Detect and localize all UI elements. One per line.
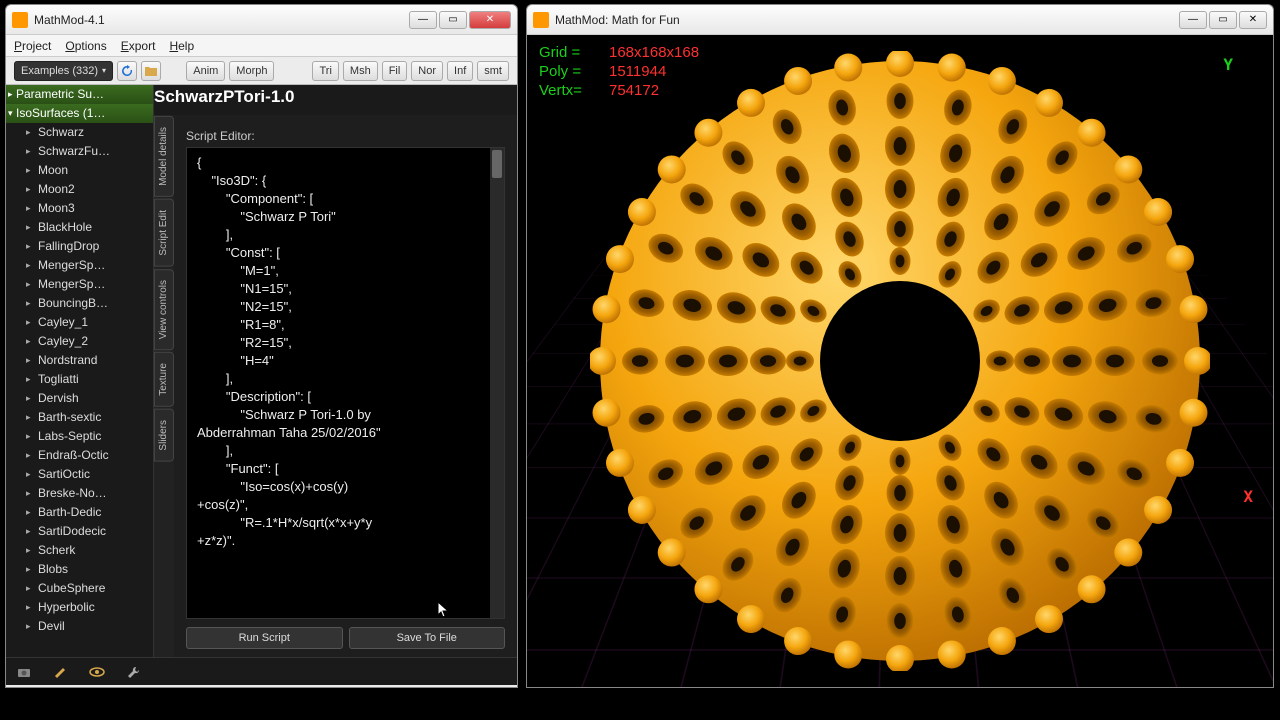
titlebar-left[interactable]: MathMod-4.1 ― ▭ ✕	[6, 5, 517, 35]
morph-button[interactable]: Morph	[229, 61, 274, 81]
viewer-title: MathMod: Math for Fun	[555, 13, 1179, 27]
window-title: MathMod-4.1	[34, 13, 409, 27]
tree-item[interactable]: SartiDodecic	[6, 522, 153, 541]
axis-x-label: X	[1243, 487, 1253, 506]
script-editor-label: Script Editor:	[186, 129, 505, 143]
save-to-file-button[interactable]: Save To File	[349, 627, 506, 649]
side-tabs: Model details Script Edit View controls …	[154, 115, 174, 657]
axis-y-label: Y	[1223, 55, 1233, 74]
eye-icon[interactable]	[88, 664, 106, 680]
tree-item[interactable]: Dervish	[6, 389, 153, 408]
tree-item[interactable]: Moon	[6, 161, 153, 180]
menu-project[interactable]: Project	[14, 39, 51, 53]
tree-item[interactable]: Endraß-Octic	[6, 446, 153, 465]
tree-item[interactable]: Labs-Septic	[6, 427, 153, 446]
tab-texture[interactable]: Texture	[154, 352, 174, 407]
examples-combo[interactable]: Examples (332)	[14, 61, 113, 81]
script-textarea[interactable]: { "Iso3D": { "Component": [ "Schwarz P T…	[186, 147, 505, 619]
tree-item[interactable]: FallingDrop	[6, 237, 153, 256]
tree-item[interactable]: MengerSp…	[6, 256, 153, 275]
statusbar	[6, 657, 517, 685]
3d-viewport[interactable]: Grid =168x168x168 Poly =1511944 Vertx=75…	[527, 35, 1273, 687]
app-icon	[533, 12, 549, 28]
tree-item[interactable]: BlackHole	[6, 218, 153, 237]
tree-item[interactable]: Moon3	[6, 199, 153, 218]
stats-overlay: Grid =168x168x168 Poly =1511944 Vertx=75…	[539, 43, 699, 100]
code-scrollbar[interactable]	[490, 148, 504, 618]
brush-icon[interactable]	[52, 664, 70, 680]
main-window: MathMod-4.1 ― ▭ ✕ Project Options Export…	[5, 4, 518, 688]
model-title: SchwarzPTori-1.0	[154, 85, 517, 115]
viewer-window: MathMod: Math for Fun ― ▭ ✕	[526, 4, 1274, 688]
tree-item[interactable]: Scherk	[6, 541, 153, 560]
menubar: Project Options Export Help	[6, 35, 517, 57]
smt-button[interactable]: smt	[477, 61, 509, 81]
menu-export[interactable]: Export	[121, 39, 156, 53]
inf-button[interactable]: Inf	[447, 61, 473, 81]
msh-button[interactable]: Msh	[343, 61, 378, 81]
tree-item[interactable]: Moon2	[6, 180, 153, 199]
run-script-button[interactable]: Run Script	[186, 627, 343, 649]
folder-icon[interactable]	[141, 61, 161, 81]
poly-label: Poly =	[539, 62, 609, 81]
tree-item[interactable]: MengerSp…	[6, 275, 153, 294]
maximize-button[interactable]: ▭	[1209, 11, 1237, 29]
minimize-button[interactable]: ―	[409, 11, 437, 29]
tree-item[interactable]: Blobs	[6, 560, 153, 579]
tree-item[interactable]: Schwarz	[6, 123, 153, 142]
tree-item[interactable]: Togliatti	[6, 370, 153, 389]
maximize-button[interactable]: ▭	[439, 11, 467, 29]
tree-item[interactable]: SartiOctic	[6, 465, 153, 484]
menu-help[interactable]: Help	[169, 39, 194, 53]
tree-parametric[interactable]: Parametric Su…	[6, 85, 153, 104]
nor-button[interactable]: Nor	[411, 61, 443, 81]
anim-button[interactable]: Anim	[186, 61, 225, 81]
poly-value: 1511944	[609, 62, 666, 81]
close-button[interactable]: ✕	[1239, 11, 1267, 29]
tab-sliders[interactable]: Sliders	[154, 409, 174, 462]
grid-value: 168x168x168	[609, 43, 699, 62]
tab-view-controls[interactable]: View controls	[154, 269, 174, 350]
titlebar-right[interactable]: MathMod: Math for Fun ― ▭ ✕	[527, 5, 1273, 35]
menu-options[interactable]: Options	[65, 39, 106, 53]
tree-item[interactable]: SchwarzFu…	[6, 142, 153, 161]
tri-button[interactable]: Tri	[312, 61, 338, 81]
refresh-icon[interactable]	[117, 61, 137, 81]
tree-item[interactable]: Nordstrand	[6, 351, 153, 370]
fil-button[interactable]: Fil	[382, 61, 408, 81]
camera-icon[interactable]	[16, 664, 34, 680]
tab-script-edit[interactable]: Script Edit	[154, 199, 174, 267]
tree-item[interactable]: Cayley_1	[6, 313, 153, 332]
tree-item[interactable]: Barth-Dedic	[6, 503, 153, 522]
toolbar: Examples (332) Anim Morph Tri Msh Fil No…	[6, 57, 517, 85]
tree-item[interactable]: Breske-No…	[6, 484, 153, 503]
torus-render	[590, 51, 1210, 671]
model-tree[interactable]: Parametric Su… IsoSurfaces (1… SchwarzSc…	[6, 85, 154, 657]
grid-label: Grid =	[539, 43, 609, 62]
tree-isosurfaces[interactable]: IsoSurfaces (1…	[6, 104, 153, 123]
vert-value: 754172	[609, 81, 659, 100]
tree-item[interactable]: Barth-sextic	[6, 408, 153, 427]
app-icon	[12, 12, 28, 28]
tree-item[interactable]: BouncingB…	[6, 294, 153, 313]
tree-item[interactable]: Devil	[6, 617, 153, 636]
wrench-icon[interactable]	[124, 664, 142, 680]
tree-item[interactable]: CubeSphere	[6, 579, 153, 598]
vert-label: Vertx=	[539, 81, 609, 100]
close-button[interactable]: ✕	[469, 11, 511, 29]
minimize-button[interactable]: ―	[1179, 11, 1207, 29]
tab-model-details[interactable]: Model details	[154, 116, 174, 197]
tree-item[interactable]: Hyperbolic	[6, 598, 153, 617]
tree-item[interactable]: Cayley_2	[6, 332, 153, 351]
